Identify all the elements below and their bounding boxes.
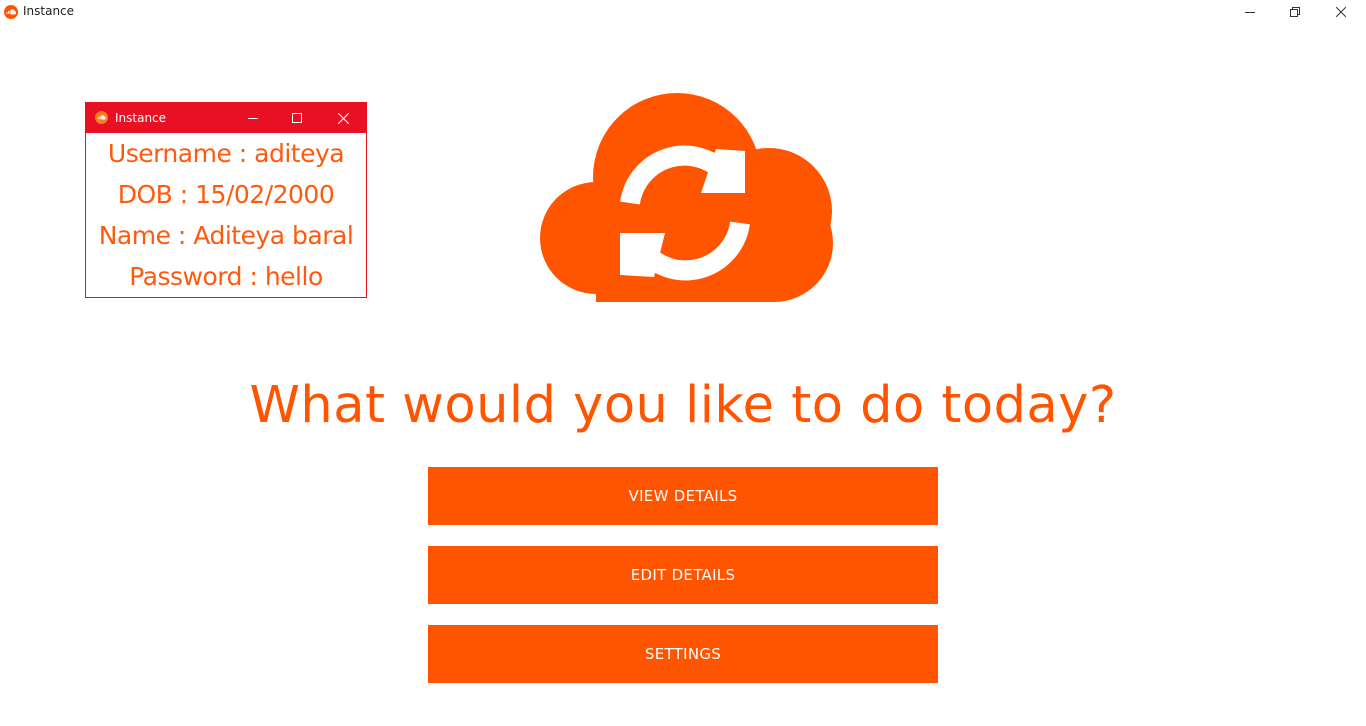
popup-title: Instance: [115, 111, 167, 125]
dob-detail: DOB : 15/02/2000: [117, 180, 335, 209]
edit-details-button[interactable]: EDIT DETAILS: [428, 546, 938, 604]
popup-titlebar[interactable]: Instance: [86, 103, 366, 133]
popup-minimize-button[interactable]: [231, 103, 275, 133]
main-window: Instance Instance Username: aditeya DOB…: [0, 0, 1366, 726]
minimize-icon: [248, 118, 258, 119]
restore-button[interactable]: [1272, 0, 1318, 24]
password-detail: Password : hello: [129, 262, 323, 291]
popup-details: Username : aditeya DOB : 15/02/2000 Name…: [86, 133, 366, 297]
window-title: Instance: [23, 4, 75, 18]
main-headline: What would you like to do today?: [249, 376, 1117, 435]
username-detail: Username : aditeya: [107, 139, 345, 168]
close-button[interactable]: [1318, 0, 1364, 24]
minimize-icon: [1245, 12, 1255, 13]
details-popup-window: Instance Username : aditeya DOB : 15/02/…: [85, 102, 367, 298]
settings-button[interactable]: SETTINGS: [428, 625, 938, 683]
view-details-button[interactable]: VIEW DETAILS: [428, 467, 938, 525]
name-detail: Name : Aditeya baral: [98, 221, 354, 250]
popup-app-icon: [95, 111, 108, 124]
close-icon: [337, 112, 349, 124]
restore-icon: [1290, 7, 1300, 17]
cloud-sync-icon: [538, 93, 833, 303]
app-logo-icon: [4, 5, 18, 19]
window-titlebar[interactable]: Instance: [0, 0, 1366, 24]
close-icon: [1336, 7, 1346, 17]
popup-maximize-button[interactable]: [275, 103, 319, 133]
minimize-button[interactable]: [1227, 0, 1273, 24]
maximize-icon: [292, 113, 302, 123]
popup-close-button[interactable]: [321, 103, 365, 133]
